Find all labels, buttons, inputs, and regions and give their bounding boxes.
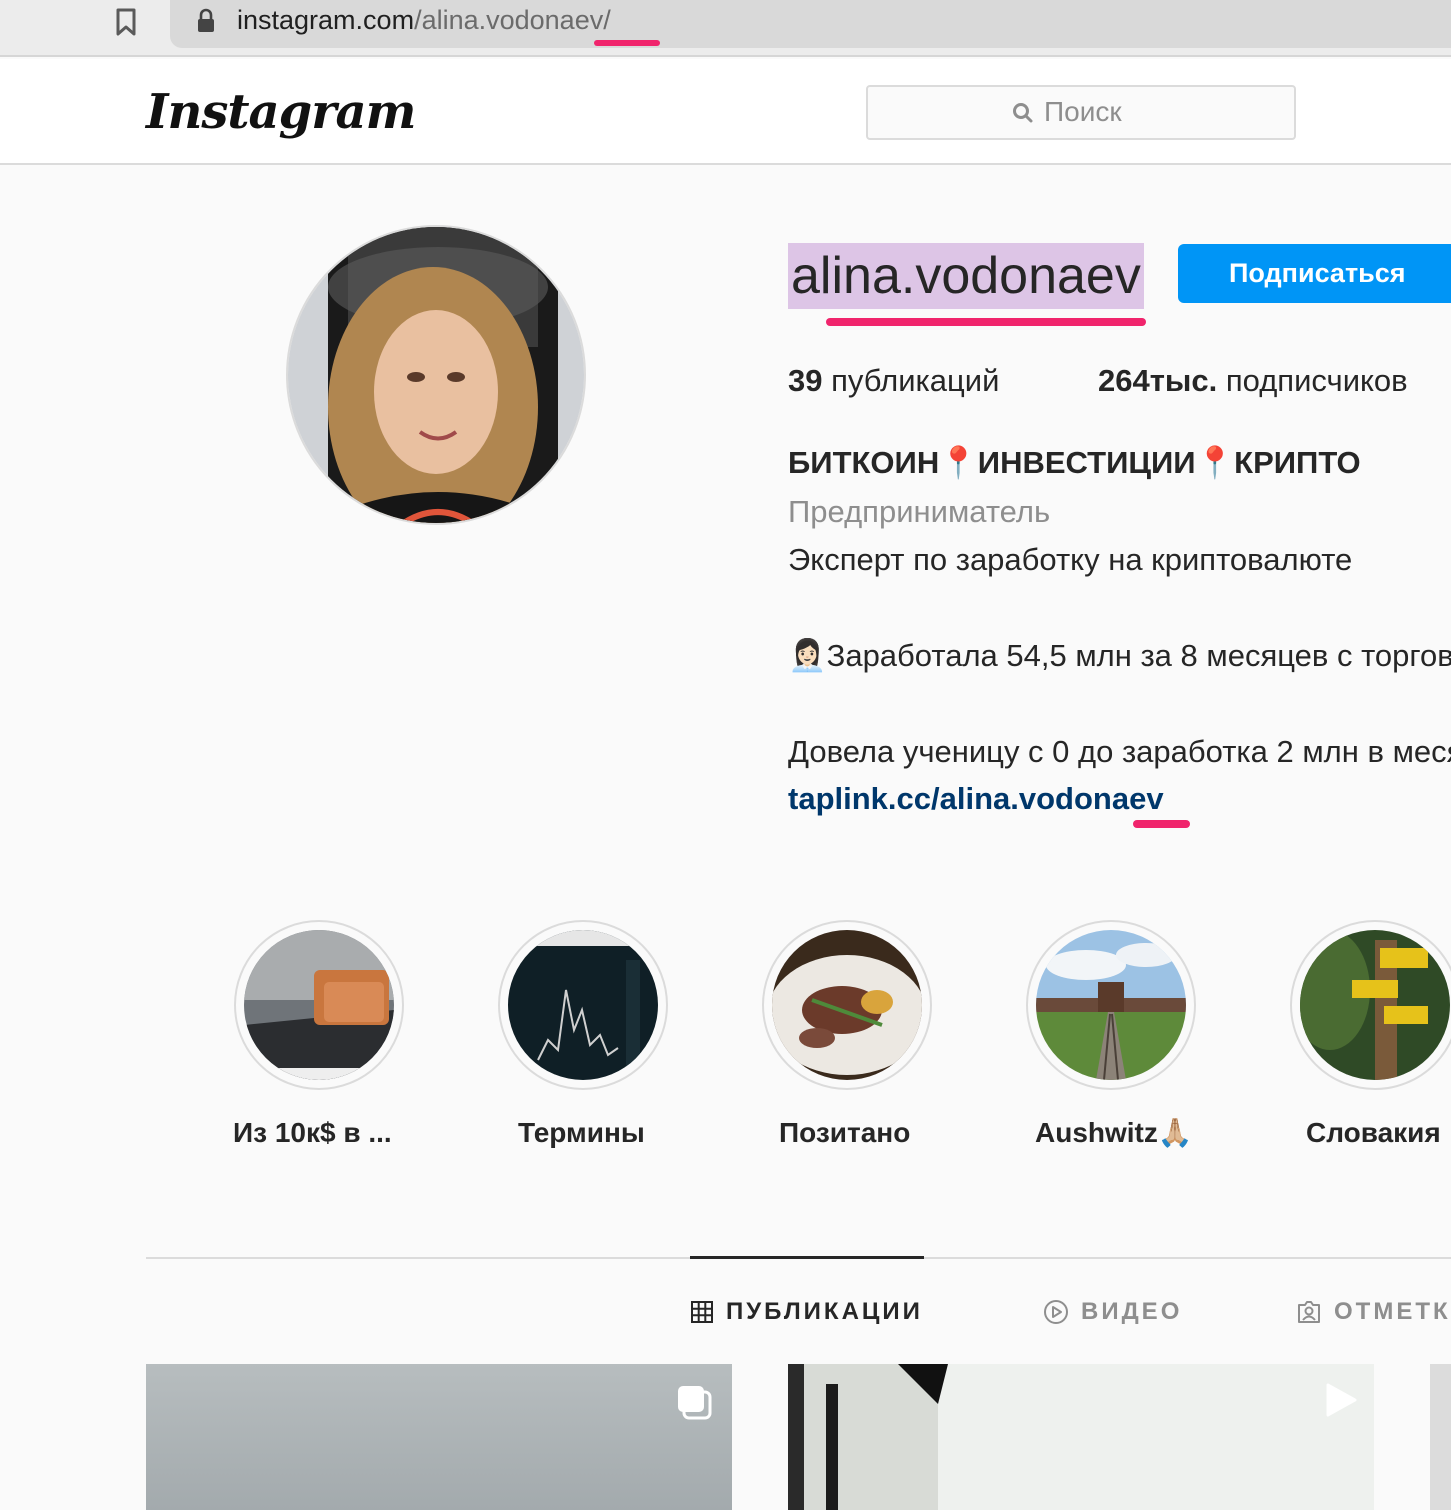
tab-label: ОТМЕТКИ bbox=[1334, 1298, 1451, 1325]
search-placeholder: Поиск bbox=[1044, 96, 1122, 127]
annotation-underline bbox=[1133, 820, 1190, 828]
tab-video[interactable]: ВИДЕО bbox=[1043, 1296, 1182, 1328]
highlight-item[interactable] bbox=[727, 920, 967, 1090]
post-thumbnail[interactable] bbox=[788, 1364, 1374, 1510]
tab-tagged[interactable]: ОТМЕТКИ bbox=[1296, 1296, 1451, 1328]
highlight-label: Термины bbox=[518, 1117, 645, 1148]
highlight-ring bbox=[762, 920, 932, 1090]
post-thumbnail[interactable] bbox=[146, 1364, 732, 1510]
highlight-cover bbox=[244, 930, 394, 1080]
url-host: instagram.com bbox=[237, 5, 415, 35]
play-icon bbox=[1326, 1383, 1357, 1417]
post-thumbnail[interactable] bbox=[1430, 1364, 1451, 1510]
url-path: /alina.vodonaev/ bbox=[414, 5, 611, 35]
followers-label: подписчиков bbox=[1225, 363, 1408, 398]
bio-line: 👩🏻‍💼Заработала 54,5 млн за 8 месяцев с т… bbox=[788, 638, 1451, 673]
followers-stat[interactable]: 264тыс. подписчиков bbox=[1098, 362, 1408, 400]
profile-username: alina.vodonaev bbox=[788, 243, 1144, 309]
tagged-icon bbox=[1298, 1301, 1320, 1323]
followers-count: 264тыс. bbox=[1098, 363, 1218, 398]
bio-line: Довела ученицу с 0 до заработка 2 млн в … bbox=[788, 734, 1451, 769]
annotation-underline bbox=[594, 40, 660, 46]
highlight-item[interactable] bbox=[991, 920, 1231, 1090]
highlight-ring bbox=[498, 920, 668, 1090]
url-text[interactable]: instagram.com/alina.vodonaev/ bbox=[237, 2, 611, 38]
highlight-label: Из 10к$ в ... bbox=[233, 1117, 392, 1148]
lock-icon bbox=[198, 8, 214, 32]
posts-count-stat[interactable]: 39 публикаций bbox=[788, 362, 999, 400]
instagram-logo[interactable]: Instagram bbox=[146, 82, 416, 142]
bio-category: Предприниматель bbox=[788, 494, 1051, 529]
tab-label: ВИДЕО bbox=[1081, 1298, 1183, 1325]
tab-posts[interactable]: ПУБЛИКАЦИИ bbox=[690, 1296, 923, 1328]
bio-line: Эксперт по заработку на криптовалюте bbox=[788, 542, 1353, 577]
carousel-icon bbox=[678, 1386, 712, 1420]
highlight-ring bbox=[1290, 920, 1451, 1090]
annotation-underline bbox=[826, 318, 1146, 326]
bio-link[interactable]: taplink.cc/alina.vodonaev bbox=[788, 780, 1164, 818]
highlight-cover bbox=[1036, 930, 1186, 1080]
posts-count: 39 bbox=[788, 363, 823, 398]
highlight-item[interactable] bbox=[1255, 920, 1451, 1090]
highlight-item[interactable] bbox=[199, 920, 439, 1090]
highlight-label: Позитано bbox=[779, 1117, 911, 1148]
highlight-cover bbox=[772, 930, 922, 1080]
highlight-ring bbox=[234, 920, 404, 1090]
bio-title: БИТКОИН📍ИНВЕСТИЦИИ📍КРИПТО bbox=[788, 445, 1361, 480]
highlight-label: Словакия bbox=[1306, 1117, 1441, 1148]
follow-button[interactable]: Подписаться bbox=[1178, 244, 1451, 303]
bookmark-icon[interactable] bbox=[112, 6, 140, 38]
posts-label: публикаций bbox=[831, 363, 1000, 398]
highlight-cover bbox=[1300, 930, 1450, 1080]
profile-avatar[interactable] bbox=[286, 225, 586, 525]
active-tab-indicator bbox=[690, 1256, 924, 1259]
grid-icon bbox=[691, 1301, 713, 1323]
highlight-label: Aushwitz🙏🏼 bbox=[1035, 1117, 1193, 1148]
highlight-item[interactable] bbox=[463, 920, 703, 1090]
highlight-cover bbox=[508, 930, 658, 1080]
highlight-ring bbox=[1026, 920, 1196, 1090]
search-icon bbox=[1013, 103, 1033, 123]
browser-address-bar: instagram.com/alina.vodonaev/ bbox=[0, 0, 1451, 57]
tab-label: ПУБЛИКАЦИИ bbox=[726, 1298, 923, 1325]
video-icon bbox=[1044, 1300, 1068, 1324]
